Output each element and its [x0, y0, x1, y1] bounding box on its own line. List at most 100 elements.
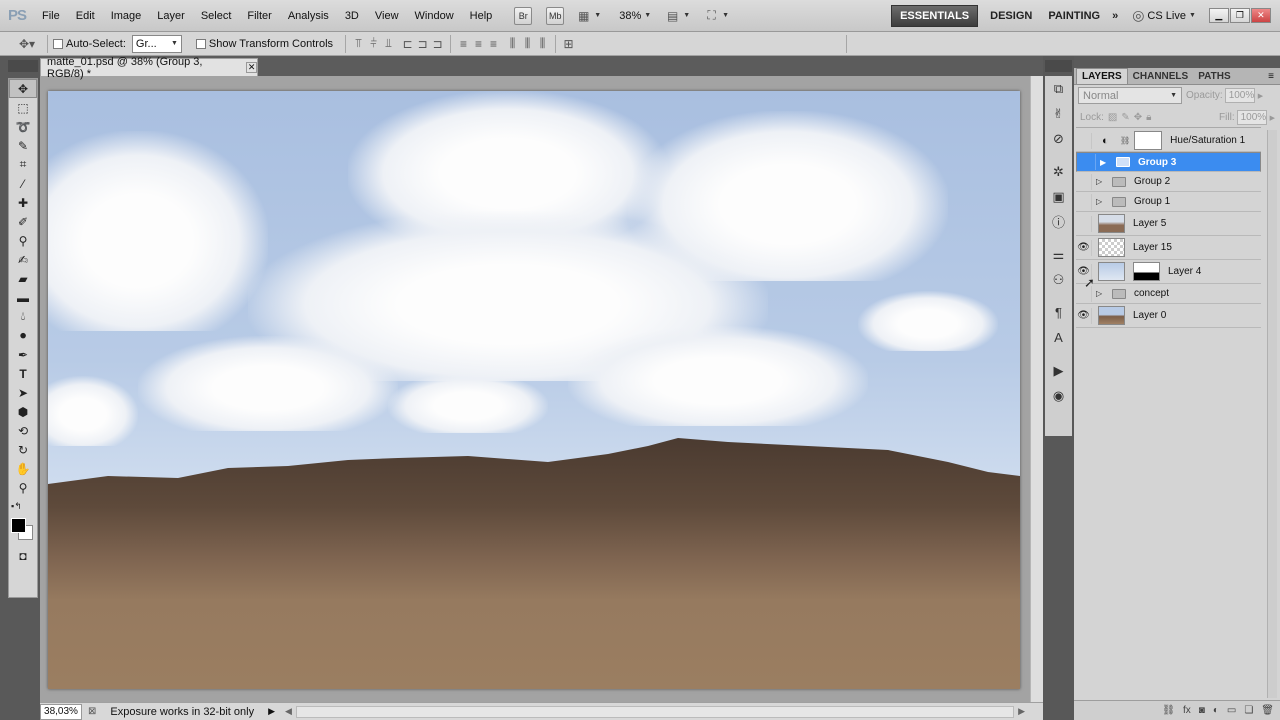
paragraph-icon[interactable]: ¶	[1045, 300, 1072, 325]
close-window-button[interactable]: ✕	[1250, 8, 1271, 23]
expand-arrow-icon[interactable]: ▷	[1096, 177, 1106, 186]
default-colors-button[interactable]: ▪↰	[9, 497, 37, 516]
visibility-toggle[interactable]	[1076, 193, 1092, 210]
horizontal-scrollbar[interactable]	[295, 705, 1015, 718]
layer-row-layer-5[interactable]: Layer 5	[1076, 212, 1261, 236]
quick-selection-tool[interactable]: ✎	[9, 136, 37, 155]
more-workspaces-button[interactable]: »	[1108, 5, 1122, 27]
layer-row-hue-saturation[interactable]: ◐ ⛓ Hue/Saturation 1	[1076, 130, 1261, 152]
layer-row-concept[interactable]: ▷ concept	[1076, 284, 1261, 304]
panel-menu-icon[interactable]: ≡	[1268, 71, 1274, 82]
menu-select[interactable]: Select	[193, 10, 240, 22]
distribute-bottom-icon[interactable]: ≡	[486, 36, 501, 52]
eyedropper-tool[interactable]: ⁄	[9, 174, 37, 193]
tab-layers[interactable]: LAYERS	[1076, 68, 1128, 84]
icon-strip-header[interactable]	[1045, 60, 1072, 72]
navigator-icon[interactable]: ▣	[1045, 184, 1072, 209]
color-swatches[interactable]	[9, 516, 37, 540]
bridge-button[interactable]: Br	[514, 6, 533, 25]
menu-help[interactable]: Help	[462, 10, 501, 22]
menu-window[interactable]: Window	[407, 10, 462, 22]
image-canvas[interactable]	[48, 91, 1020, 689]
show-transform-checkbox[interactable]: Show Transform Controls	[195, 38, 333, 50]
pen-tool[interactable]: ✒	[9, 345, 37, 364]
scroll-left-icon[interactable]: ◀	[285, 706, 292, 717]
visibility-toggle[interactable]	[1076, 173, 1092, 190]
character-icon[interactable]: A	[1045, 325, 1072, 350]
brush-tool[interactable]: ✐	[9, 212, 37, 231]
screen-mode-button[interactable]: ⛶ ▼	[704, 8, 729, 24]
layer-row-layer-15[interactable]: 👁︎ Layer 15	[1076, 236, 1261, 260]
info-icon[interactable]: ⓘ	[1045, 209, 1072, 234]
distribute-top-icon[interactable]: ≡	[456, 36, 471, 52]
menu-layer[interactable]: Layer	[149, 10, 193, 22]
menu-analysis[interactable]: Analysis	[280, 10, 337, 22]
scroll-right-icon[interactable]: ▶	[1018, 706, 1025, 717]
new-group-icon[interactable]: ▭	[1227, 705, 1236, 716]
blend-mode-dropdown[interactable]: Normal ▼	[1078, 87, 1182, 104]
healing-brush-tool[interactable]: ✚	[9, 193, 37, 212]
new-adjustment-icon[interactable]: ◐	[1213, 705, 1219, 716]
clone-stamp-tool[interactable]: ⚲	[9, 231, 37, 250]
path-selection-tool[interactable]: ➤	[9, 383, 37, 402]
align-hcenter-icon[interactable]: ⊐	[415, 36, 430, 52]
tab-paths[interactable]: PATHS	[1193, 68, 1235, 84]
layers-scrollbar[interactable]	[1267, 130, 1277, 698]
actions-panel-icon[interactable]: ✌	[1045, 101, 1072, 126]
opacity-field[interactable]: 100%	[1224, 88, 1255, 103]
menu-view[interactable]: View	[367, 10, 407, 22]
vertical-scrollbar[interactable]	[1030, 76, 1043, 702]
foreground-color-swatch[interactable]	[11, 518, 26, 533]
visibility-toggle[interactable]: 👁︎	[1076, 239, 1092, 256]
eraser-tool[interactable]: ▰	[9, 269, 37, 288]
settings-gear-icon[interactable]: ✲	[1045, 159, 1072, 184]
align-top-icon[interactable]: ⫪	[351, 36, 366, 52]
visibility-toggle[interactable]	[1076, 132, 1092, 149]
workspace-painting[interactable]: PAINTING	[1040, 5, 1108, 27]
menu-file[interactable]: File	[34, 10, 68, 22]
brush-presets-icon[interactable]: ⊘	[1045, 126, 1072, 151]
visibility-toggle[interactable]	[1076, 215, 1092, 232]
minibridge-button[interactable]: Mb	[546, 6, 565, 25]
zoom-field[interactable]: 38,03%	[40, 703, 82, 720]
move-tool[interactable]: ✥	[9, 79, 37, 98]
layer-row-layer-4[interactable]: 👁︎ Layer 4	[1076, 260, 1261, 284]
expand-arrow-icon[interactable]: ▶	[1100, 158, 1110, 167]
zoom-tool[interactable]: ⚲	[9, 478, 37, 497]
menu-edit[interactable]: Edit	[68, 10, 103, 22]
crop-tool[interactable]: ⌗	[9, 155, 37, 174]
layer-row-group-2[interactable]: ▷ Group 2	[1076, 172, 1261, 192]
lock-all-icon[interactable]: 🔒︎	[1146, 112, 1151, 123]
arrange-documents-button[interactable]: ▤ ▼	[665, 8, 690, 24]
expand-arrow-icon[interactable]: ▷	[1096, 197, 1106, 206]
new-layer-icon[interactable]: ❏	[1244, 705, 1253, 716]
menu-3d[interactable]: 3D	[337, 10, 367, 22]
lock-position-icon[interactable]: ✥	[1134, 112, 1142, 123]
layer-row-group-3[interactable]: ▶ Group 3	[1076, 152, 1261, 172]
dodge-tool[interactable]: ⚫︎	[9, 326, 37, 345]
visibility-toggle[interactable]: 👁︎	[1076, 307, 1092, 324]
history-brush-tool[interactable]: ✍	[9, 250, 37, 269]
menu-filter[interactable]: Filter	[239, 10, 279, 22]
opacity-slider-arrow-icon[interactable]: ▶	[1258, 92, 1263, 100]
cs-live-button[interactable]: ◎ CS Live ▼	[1132, 7, 1196, 24]
lasso-tool[interactable]: ➰	[9, 117, 37, 136]
3d-rotate-tool[interactable]: ⟲	[9, 421, 37, 440]
layer-row-layer-0[interactable]: 👁︎ Layer 0	[1076, 304, 1261, 328]
blur-tool[interactable]: 💧︎	[9, 307, 37, 326]
view-extras-button[interactable]: ▦ ▼	[576, 8, 601, 24]
3d-orbit-tool[interactable]: ↻	[9, 440, 37, 459]
marquee-tool[interactable]: ⬚	[9, 98, 37, 117]
clone-source-icon[interactable]: ⚇	[1045, 267, 1072, 292]
align-bottom-icon[interactable]: ⫫	[381, 36, 396, 52]
auto-select-checkbox[interactable]: Auto-Select:	[53, 38, 126, 50]
zoom-level-dropdown[interactable]: 38% ▼	[619, 10, 651, 22]
status-info-icon[interactable]: ⊠	[88, 706, 96, 717]
history-panel-icon[interactable]: ⧉	[1045, 76, 1072, 101]
workspace-design[interactable]: DESIGN	[982, 5, 1040, 27]
quick-mask-button[interactable]: ◘	[9, 546, 37, 565]
add-mask-icon[interactable]: ◙	[1199, 705, 1205, 716]
lock-image-icon[interactable]: ✎	[1121, 112, 1129, 123]
distribute-left-icon[interactable]: ⫼	[505, 36, 520, 52]
layer-row-group-1[interactable]: ▷ Group 1	[1076, 192, 1261, 212]
